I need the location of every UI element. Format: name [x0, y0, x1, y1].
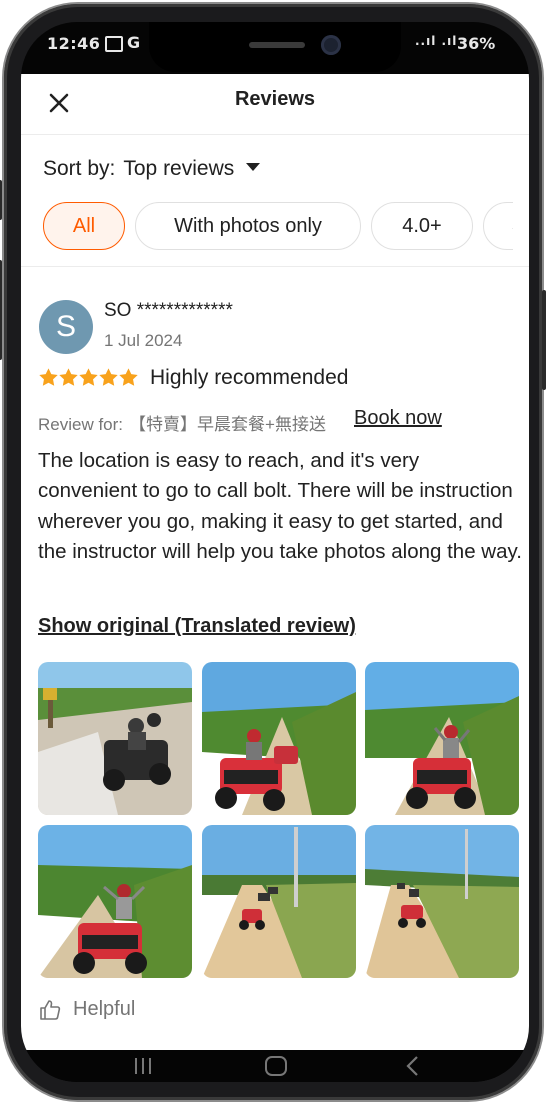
filter-chip-4plus[interactable]: 4.0+	[371, 202, 473, 250]
signal-icon: ..ıl .ıl	[415, 34, 458, 48]
google-icon: G	[127, 33, 141, 52]
show-original-link[interactable]: Show original (Translated review)	[38, 615, 356, 638]
header: Reviews	[21, 74, 529, 135]
status-bar: 12:46 G ..ıl .ıl 36%	[21, 22, 529, 74]
power-button	[542, 290, 546, 390]
product-name: 【特賣】早晨套餐+無接送	[129, 415, 326, 434]
sort-label: Sort by:	[43, 157, 116, 180]
review-for-label: Review for:	[38, 415, 124, 434]
review-photo[interactable]	[202, 825, 356, 978]
status-time: 12:46	[47, 34, 101, 53]
android-nav-bar	[21, 1050, 529, 1082]
earpiece-speaker	[249, 42, 305, 48]
review-photo[interactable]	[202, 662, 356, 815]
star-icon	[39, 368, 58, 386]
home-icon[interactable]	[263, 1054, 289, 1078]
helpful-label: Helpful	[73, 998, 136, 1020]
volume-button	[0, 180, 2, 220]
atv-photo-1	[38, 662, 192, 815]
atv-photo-3	[365, 662, 519, 815]
review-photo[interactable]	[365, 825, 519, 978]
thumbs-up-icon	[40, 1000, 61, 1020]
rating-label: Highly recommended	[150, 366, 349, 389]
sort-value: Top reviews	[123, 157, 235, 180]
review-photo[interactable]	[365, 662, 519, 815]
atv-photo-2	[202, 662, 356, 815]
atv-photo-6	[365, 825, 519, 978]
avatar: S	[39, 300, 93, 354]
filter-chip-all[interactable]: All	[43, 202, 125, 250]
star-icon	[79, 368, 98, 386]
filter-chip-3plus[interactable]: 3	[483, 202, 513, 250]
star-icon	[59, 368, 78, 386]
front-camera	[321, 35, 341, 55]
filter-chips: All With photos only 4.0+ 3	[43, 202, 513, 254]
caret-down-icon	[246, 163, 261, 172]
battery-level: 36%	[457, 34, 496, 53]
review-photo[interactable]	[38, 662, 192, 815]
filter-chip-photos[interactable]: With photos only	[135, 202, 361, 250]
review-photo[interactable]	[38, 825, 192, 978]
reviewer-name: SO *************	[104, 300, 233, 321]
book-now-link[interactable]: Book now	[354, 407, 442, 430]
recent-apps-icon[interactable]	[131, 1054, 155, 1078]
atv-photo-5	[202, 825, 356, 978]
reviews-screen: Reviews Sort by: Top reviews All With pho…	[21, 74, 529, 1050]
page-title: Reviews	[234, 88, 316, 110]
star-icon	[119, 368, 138, 386]
review-date: 1 Jul 2024	[104, 331, 183, 350]
volume-button	[0, 260, 2, 360]
divider	[21, 266, 529, 267]
screen: 12:46 G ..ıl .ıl 36% Reviews Sort by: Top…	[21, 22, 529, 1082]
back-icon[interactable]	[401, 1054, 425, 1078]
star-icon	[99, 368, 118, 386]
atv-photo-4	[38, 825, 192, 978]
sort-dropdown[interactable]: Sort by: Top reviews	[43, 157, 261, 181]
phone-frame: 12:46 G ..ıl .ıl 36% Reviews Sort by: Top…	[0, 4, 546, 1100]
review-text: The location is easy to reach, and it's …	[38, 449, 522, 563]
image-icon	[105, 36, 123, 52]
review-for: Review for: 【特賣】早晨套餐+無接送	[38, 410, 326, 435]
